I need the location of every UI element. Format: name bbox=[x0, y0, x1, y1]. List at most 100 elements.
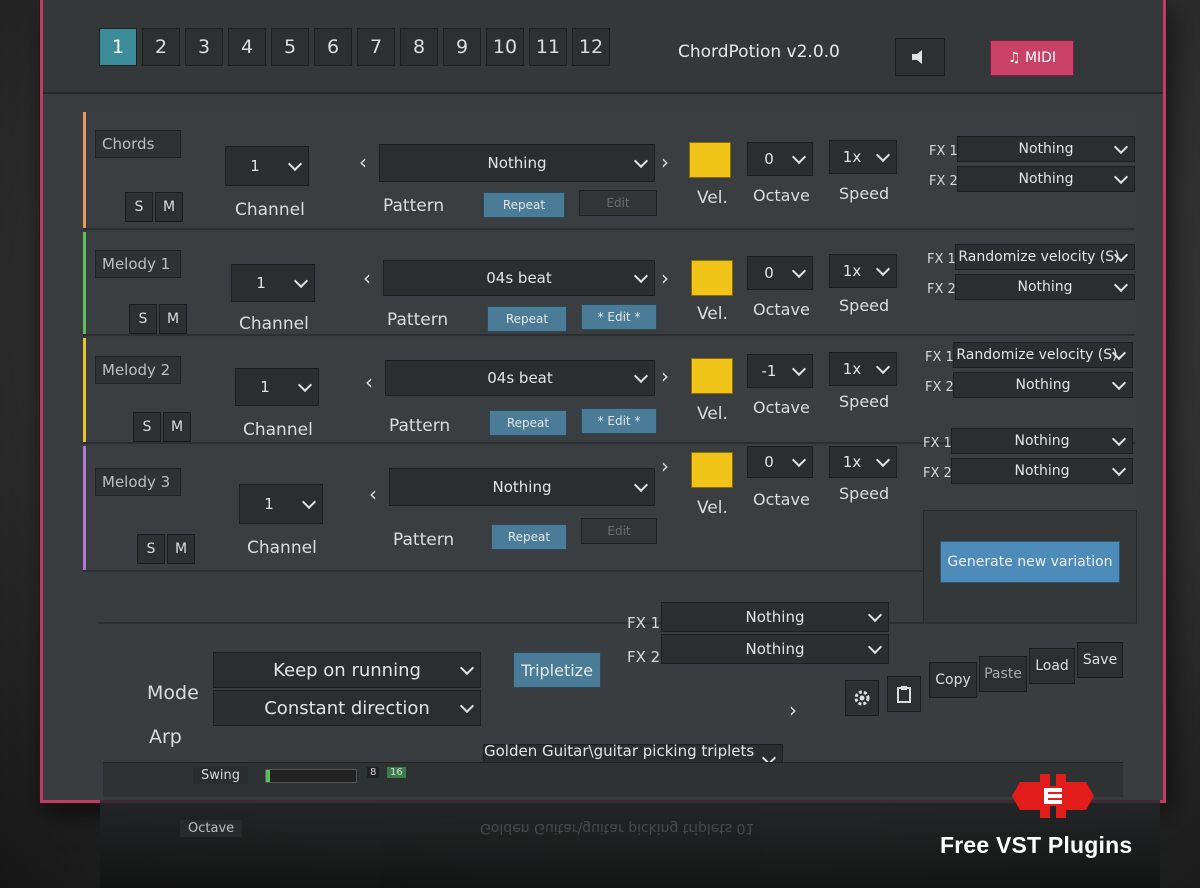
edit-button[interactable]: * Edit * bbox=[581, 304, 657, 330]
track-color-bar bbox=[83, 338, 86, 442]
pattern-label: Pattern bbox=[393, 530, 455, 550]
swing-slider[interactable] bbox=[265, 769, 357, 783]
arp-fx1-select[interactable]: Nothing bbox=[661, 602, 889, 632]
fx1-select[interactable]: Randomize velocity (S) bbox=[953, 342, 1133, 368]
repeat-button[interactable]: Repeat bbox=[491, 524, 567, 550]
pattern-label: Pattern bbox=[383, 196, 445, 216]
repeat-button[interactable]: Repeat bbox=[489, 410, 567, 436]
brand-name: Free VST Plugins bbox=[940, 832, 1133, 858]
copy-button[interactable]: Copy bbox=[929, 662, 977, 698]
settings-button[interactable] bbox=[845, 680, 879, 716]
mute-track-button[interactable]: M bbox=[167, 534, 195, 564]
step-8-button[interactable]: 8 bbox=[367, 767, 380, 778]
octave-select[interactable]: 0 bbox=[747, 142, 813, 176]
next-pattern-button[interactable]: › bbox=[661, 266, 669, 290]
speed-select[interactable]: 1x bbox=[829, 140, 897, 174]
edit-button[interactable]: * Edit * bbox=[581, 408, 657, 434]
velocity-label: Vel. bbox=[697, 304, 728, 324]
tab-4[interactable]: 4 bbox=[228, 28, 266, 66]
generate-variation-button[interactable]: Generate new variation bbox=[940, 541, 1120, 583]
speed-label: Speed bbox=[839, 392, 890, 411]
tab-7[interactable]: 7 bbox=[357, 28, 395, 66]
clipboard-button[interactable] bbox=[887, 676, 921, 712]
velocity-swatch[interactable] bbox=[689, 142, 731, 178]
pattern-select[interactable]: 04s beat bbox=[383, 260, 655, 296]
octave-select[interactable]: 0 bbox=[747, 446, 813, 478]
tab-8[interactable]: 8 bbox=[400, 28, 438, 66]
tab-3[interactable]: 3 bbox=[185, 28, 223, 66]
mute-button[interactable] bbox=[895, 38, 945, 76]
chevron-down-icon bbox=[791, 452, 807, 468]
prev-pattern-button[interactable]: ‹ bbox=[365, 370, 373, 394]
repeat-button[interactable]: Repeat bbox=[487, 306, 567, 332]
fx1-select[interactable]: Nothing bbox=[951, 428, 1133, 454]
arp-select[interactable]: Constant direction bbox=[213, 690, 481, 726]
track-color-bar bbox=[83, 446, 86, 570]
tab-11[interactable]: 11 bbox=[529, 28, 567, 66]
fx1-select[interactable]: Randomize velocity (S) bbox=[955, 244, 1135, 270]
velocity-swatch[interactable] bbox=[691, 358, 733, 394]
octave-select[interactable]: 0 bbox=[747, 256, 813, 290]
paste-button[interactable]: Paste bbox=[979, 656, 1027, 692]
next-pattern-button[interactable]: › bbox=[661, 364, 669, 388]
tab-12[interactable]: 12 bbox=[572, 28, 610, 66]
tab-5[interactable]: 5 bbox=[271, 28, 309, 66]
prev-pattern-button[interactable]: ‹ bbox=[363, 266, 371, 290]
preset-slot-tabs: 1 2 3 4 5 6 7 8 9 10 11 12 bbox=[99, 28, 615, 66]
tab-10[interactable]: 10 bbox=[486, 28, 524, 66]
fx2-label: FX 2 bbox=[925, 380, 954, 395]
edit-button[interactable]: Edit bbox=[581, 518, 657, 544]
mute-track-button[interactable]: M bbox=[163, 412, 191, 442]
tab-9[interactable]: 9 bbox=[443, 28, 481, 66]
chevron-down-icon bbox=[287, 156, 303, 172]
tab-1[interactable]: 1 bbox=[99, 28, 137, 66]
reflected-preset: Golden Guitar\guitar picking triplets 01 bbox=[480, 820, 755, 836]
next-pattern-button[interactable]: › bbox=[661, 150, 669, 174]
next-pattern-button[interactable]: › bbox=[661, 454, 669, 478]
fx2-select[interactable]: Nothing bbox=[953, 372, 1133, 398]
top-bar: 1 2 3 4 5 6 7 8 9 10 11 12 ChordPotion v… bbox=[43, 0, 1163, 94]
arp-fx2-select[interactable]: Nothing bbox=[661, 634, 889, 664]
mute-track-button[interactable]: M bbox=[159, 304, 187, 334]
track-color-bar bbox=[83, 232, 86, 334]
solo-button[interactable]: S bbox=[129, 304, 157, 334]
mute-track-button[interactable]: M bbox=[155, 192, 183, 222]
fx2-select[interactable]: Nothing bbox=[951, 458, 1133, 484]
midi-button[interactable]: ♫ MIDI bbox=[990, 40, 1074, 76]
pattern-select[interactable]: Nothing bbox=[389, 468, 655, 506]
save-button[interactable]: Save bbox=[1077, 642, 1123, 678]
step-16-button[interactable]: 16 bbox=[387, 767, 406, 778]
octave-label: Octave bbox=[753, 490, 810, 509]
octave-select[interactable]: -1 bbox=[747, 354, 813, 388]
speed-label: Speed bbox=[839, 296, 890, 315]
solo-button[interactable]: S bbox=[137, 534, 165, 564]
channel-select[interactable]: 1 bbox=[225, 146, 309, 186]
pattern-select[interactable]: Nothing bbox=[379, 144, 655, 182]
channel-select[interactable]: 1 bbox=[235, 368, 319, 406]
fx2-select[interactable]: Nothing bbox=[957, 166, 1135, 192]
speed-select[interactable]: 1x bbox=[829, 254, 897, 288]
tripletize-button[interactable]: Tripletize bbox=[513, 652, 601, 688]
channel-select[interactable]: 1 bbox=[231, 264, 315, 302]
load-button[interactable]: Load bbox=[1029, 648, 1075, 684]
chevron-down-icon bbox=[633, 153, 649, 169]
solo-button[interactable]: S bbox=[133, 412, 161, 442]
speed-select[interactable]: 1x bbox=[829, 446, 897, 478]
tab-6[interactable]: 6 bbox=[314, 28, 352, 66]
prev-pattern-button[interactable]: ‹ bbox=[359, 150, 367, 174]
prev-pattern-button[interactable]: ‹ bbox=[369, 482, 377, 506]
next-preset-button[interactable]: › bbox=[789, 698, 797, 722]
velocity-swatch[interactable] bbox=[691, 452, 733, 488]
mode-select[interactable]: Keep on running bbox=[213, 652, 481, 688]
tab-2[interactable]: 2 bbox=[142, 28, 180, 66]
brand-logo-icon bbox=[1012, 774, 1094, 818]
repeat-button[interactable]: Repeat bbox=[483, 192, 565, 218]
fx1-select[interactable]: Nothing bbox=[957, 136, 1135, 162]
edit-button[interactable]: Edit bbox=[579, 190, 657, 216]
solo-button[interactable]: S bbox=[125, 192, 153, 222]
speed-select[interactable]: 1x bbox=[829, 352, 897, 386]
velocity-swatch[interactable] bbox=[691, 260, 733, 296]
pattern-select[interactable]: 04s beat bbox=[385, 360, 655, 396]
fx2-select[interactable]: Nothing bbox=[955, 274, 1135, 300]
channel-select[interactable]: 1 bbox=[239, 484, 323, 524]
